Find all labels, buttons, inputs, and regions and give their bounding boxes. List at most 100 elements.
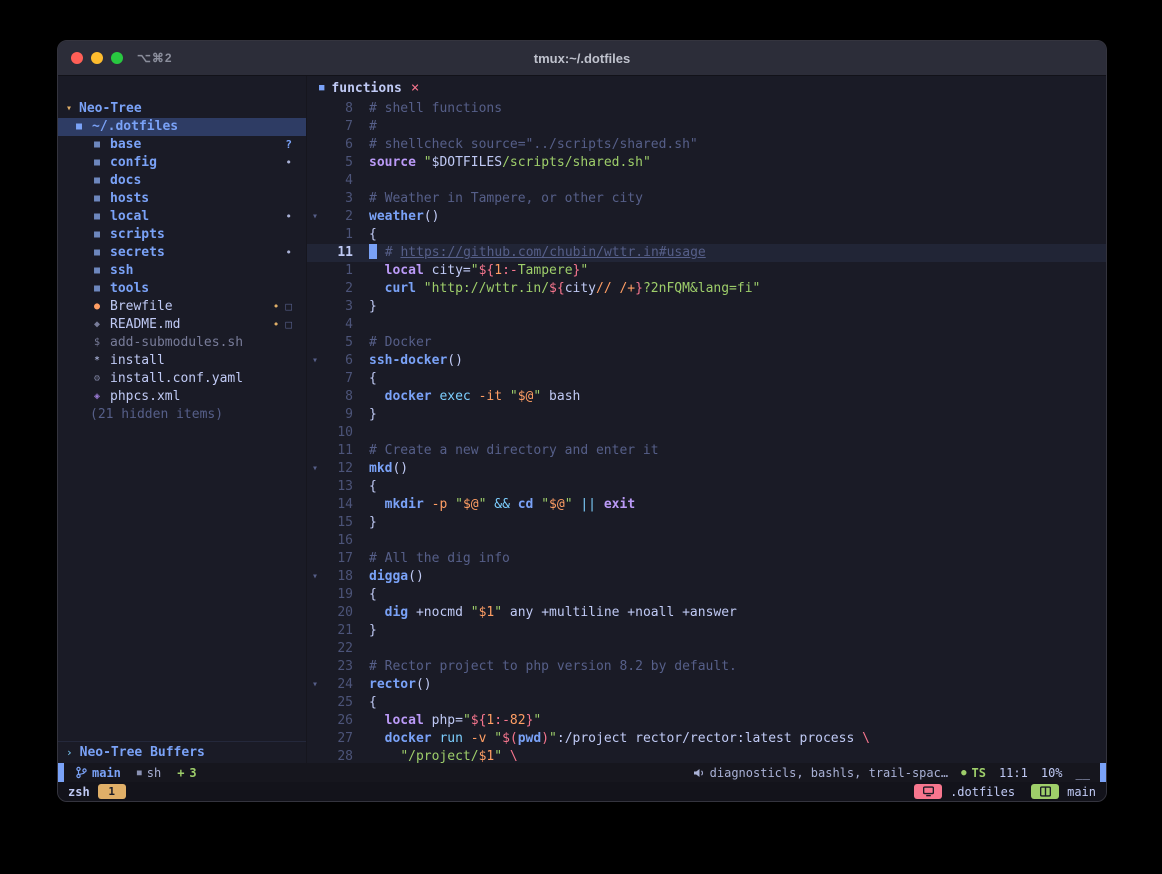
code-line[interactable]: 3} (307, 298, 1106, 316)
close-tab-icon[interactable]: × (411, 80, 419, 96)
code-token: " (471, 605, 479, 620)
code-token: run (432, 731, 463, 746)
code-line[interactable]: 7{ (307, 370, 1106, 388)
statusline-left: main ■ sh + 3 (64, 766, 197, 780)
tree-item-ssh[interactable]: ■ssh (58, 262, 306, 280)
line-number: 24 (323, 676, 353, 694)
code-token (471, 389, 479, 404)
code-line[interactable]: 3# Weather in Tampere, or other city (307, 190, 1106, 208)
fold-chevron-icon[interactable]: ▾ (307, 676, 323, 694)
code-line[interactable]: ▾2weather() (307, 208, 1106, 226)
code-line[interactable]: 4 (307, 172, 1106, 190)
code-line[interactable]: 9} (307, 406, 1106, 424)
tree-item-secrets[interactable]: ■secrets• (58, 244, 306, 262)
code-token: digga (369, 569, 408, 584)
code-area[interactable]: 8# shell functions7#6# shellcheck source… (307, 100, 1106, 763)
tree-item-local[interactable]: ■local• (58, 208, 306, 226)
tmux-session-label[interactable]: main (1067, 785, 1096, 799)
tree-item-config[interactable]: ■config• (58, 154, 306, 172)
tree-item-dotfiles[interactable]: ■~/.dotfiles (58, 118, 306, 136)
fold-chevron-icon[interactable]: ▾ (307, 208, 323, 226)
code-line[interactable]: 20 dig +nocmd "$1" any +multiline +noall… (307, 604, 1106, 622)
code-line[interactable]: 25{ (307, 694, 1106, 712)
code-line[interactable]: 15} (307, 514, 1106, 532)
line-number: 3 (323, 298, 353, 316)
code-token: } (369, 515, 377, 530)
code-token: " (424, 155, 432, 170)
minimize-window-button[interactable] (91, 52, 103, 64)
code-line[interactable]: ▾12mkd() (307, 460, 1106, 478)
main-content: ▾ Neo-Tree ■~/.dotfiles■base?■config•■do… (58, 76, 1106, 763)
code-line[interactable]: 8# shell functions (307, 100, 1106, 118)
tree-item-label: base (110, 136, 141, 154)
tmux-shell-label[interactable]: zsh (68, 785, 90, 799)
code-line[interactable]: 7# (307, 118, 1106, 136)
code-text: { (369, 226, 377, 244)
code-text: } (369, 514, 377, 532)
code-line[interactable]: 11 # https://github.com/chubin/wttr.in#u… (307, 244, 1106, 262)
code-line[interactable]: 4 (307, 316, 1106, 334)
code-token: any +multiline +noall +answer (502, 605, 737, 620)
neotree-header[interactable]: ▾ Neo-Tree (58, 100, 306, 118)
code-line[interactable]: 23# Rector project to php version 8.2 by… (307, 658, 1106, 676)
tree-item-scripts[interactable]: ■scripts (58, 226, 306, 244)
tree-item-phpcs-xml[interactable]: ◈phpcs.xml (58, 388, 306, 406)
code-line[interactable]: ▾24rector() (307, 676, 1106, 694)
code-text: # Rector project to php version 8.2 by d… (369, 658, 737, 676)
tree-item-tools[interactable]: ■tools (58, 280, 306, 298)
code-line[interactable]: ▾18digga() (307, 568, 1106, 586)
code-line[interactable]: ▾6ssh-docker() (307, 352, 1106, 370)
code-line[interactable]: 13{ (307, 478, 1106, 496)
code-line[interactable]: 11# Create a new directory and enter it (307, 442, 1106, 460)
code-token (502, 749, 510, 763)
code-line[interactable]: 2 curl "http://wttr.in/${city// /+}?2nFQ… (307, 280, 1106, 298)
tmux-window-index: 1 (108, 785, 115, 798)
code-line[interactable]: 19{ (307, 586, 1106, 604)
code-line[interactable]: 14 mkdir -p "$@" && cd "$@" || exit (307, 496, 1106, 514)
code-token: " (565, 497, 573, 512)
fold-chevron-icon[interactable]: ▾ (307, 568, 323, 586)
fold-chevron-icon[interactable]: ▾ (307, 460, 323, 478)
code-line[interactable]: 5# Docker (307, 334, 1106, 352)
tmux-window-index-badge[interactable]: 1 (98, 784, 126, 799)
shell-script-icon: $ (90, 334, 104, 352)
tree-item-base[interactable]: ■base? (58, 136, 306, 154)
tree-item-label: secrets (110, 244, 165, 262)
git-status-badge: ? (285, 136, 292, 154)
added-count: 3 (189, 766, 196, 780)
code-line[interactable]: 6# shellcheck source="../scripts/shared.… (307, 136, 1106, 154)
tree-item-install-conf-yaml[interactable]: ⚙install.conf.yaml (58, 370, 306, 388)
tree-item-readme-md[interactable]: ◆README.md•□ (58, 316, 306, 334)
git-branch-icon (76, 766, 87, 779)
code-line[interactable]: 27 docker run -v "$(pwd)":/project recto… (307, 730, 1106, 748)
tree-item-install[interactable]: *install (58, 352, 306, 370)
neotree-buffers-section[interactable]: › Neo-Tree Buffers (58, 741, 306, 763)
code-line[interactable]: 1 local city="${1:-Tampere}" (307, 262, 1106, 280)
code-line[interactable]: 26 local php="${1:-82}" (307, 712, 1106, 730)
tab-functions[interactable]: ■ functions × (319, 80, 419, 96)
code-line[interactable]: 8 docker exec -it "$@" bash (307, 388, 1106, 406)
code-token: city (565, 281, 596, 296)
fold-chevron-icon[interactable]: ▾ (307, 352, 323, 370)
code-line[interactable]: 17# All the dig info (307, 550, 1106, 568)
titlebar[interactable]: ⌥⌘2 tmux:~/.dotfiles (58, 41, 1106, 76)
line-number: 4 (323, 316, 353, 334)
code-line[interactable]: 5source "$DOTFILES/scripts/shared.sh" (307, 154, 1106, 172)
code-line[interactable]: 21} (307, 622, 1106, 640)
tree-item-hosts[interactable]: ■hosts (58, 190, 306, 208)
tmux-window-name[interactable]: .dotfiles (950, 785, 1015, 799)
code-token: cd (518, 497, 534, 512)
tree-item-add-submodules-sh[interactable]: $add-submodules.sh (58, 334, 306, 352)
close-window-button[interactable] (71, 52, 83, 64)
code-line[interactable]: 22 (307, 640, 1106, 658)
code-token: # (369, 119, 377, 134)
code-line[interactable]: 10 (307, 424, 1106, 442)
code-line[interactable]: 28 "/project/$1" \ (307, 748, 1106, 763)
tree-item-docs[interactable]: ■docs (58, 172, 306, 190)
zoom-window-button[interactable] (111, 52, 123, 64)
code-line[interactable]: 16 (307, 532, 1106, 550)
tree-item-brewfile[interactable]: ●Brewfile•□ (58, 298, 306, 316)
line-number: 8 (323, 388, 353, 406)
code-token: " (533, 713, 541, 728)
code-line[interactable]: 1{ (307, 226, 1106, 244)
